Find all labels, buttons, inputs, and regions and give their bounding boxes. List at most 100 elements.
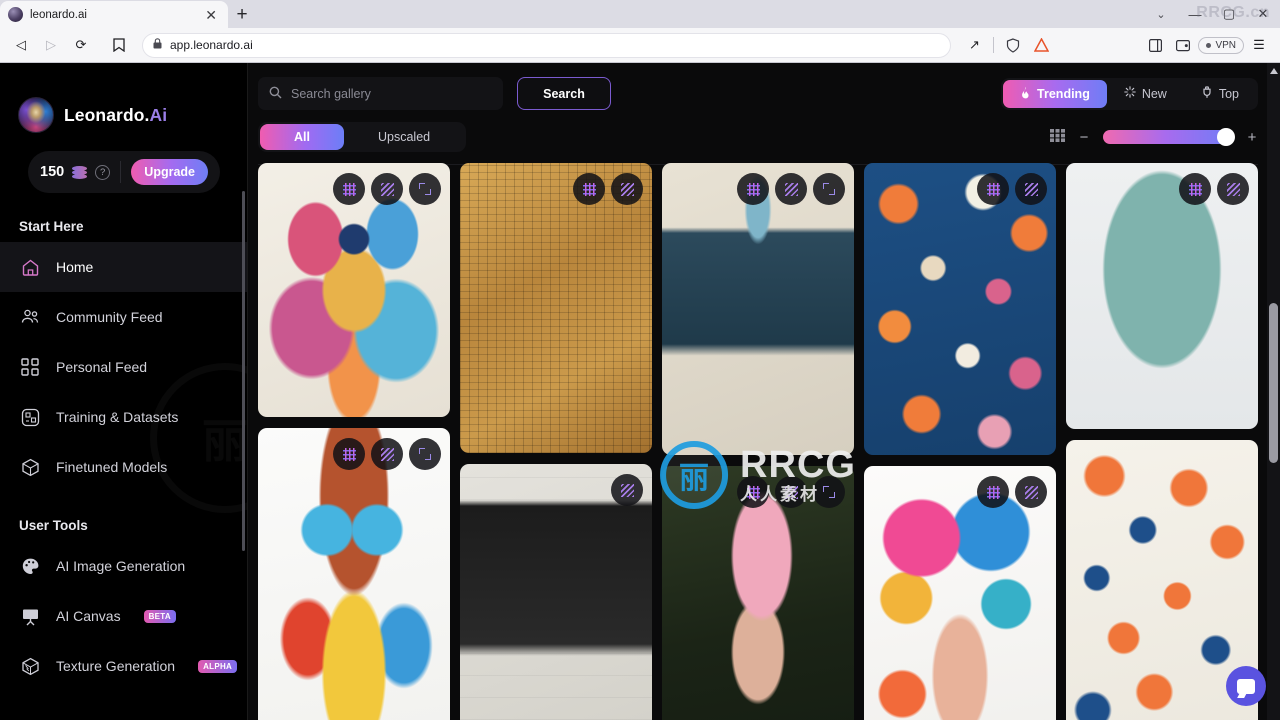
- share-icon[interactable]: ↗: [961, 32, 987, 58]
- sidebar-item-community-feed[interactable]: Community Feed: [0, 292, 247, 342]
- brand[interactable]: Leonardo.Ai: [0, 63, 247, 133]
- sidebar-item-ai-canvas[interactable]: AI Canvas BETA: [0, 591, 247, 641]
- sidebar-nav-start-here: Home Community Feed Personal Feed Traini…: [0, 242, 247, 492]
- sidebar-nav-user-tools: AI Image Generation AI Canvas BETA Textu…: [0, 541, 247, 691]
- sidebar-scrollbar[interactable]: [242, 191, 245, 551]
- page-scrollbar[interactable]: [1267, 63, 1280, 720]
- hieroglyphics-art[interactable]: [460, 163, 652, 453]
- grid-density-icon[interactable]: [1050, 129, 1065, 145]
- diagonal-lines-icon[interactable]: [775, 173, 807, 205]
- pixel-grid-icon[interactable]: [977, 476, 1009, 508]
- tab-favicon: [8, 7, 23, 22]
- pixel-grid-icon[interactable]: [737, 476, 769, 508]
- zoom-slider[interactable]: [1103, 128, 1235, 146]
- sidebar-item-training-datasets[interactable]: Training & Datasets: [0, 392, 247, 442]
- artwork-image: [258, 428, 450, 720]
- zoom-out-button[interactable]: −: [1078, 129, 1090, 146]
- pixel-grid-icon[interactable]: [737, 173, 769, 205]
- maximize-button[interactable]: ▢: [1212, 0, 1246, 28]
- forward-button[interactable]: ▷: [38, 32, 64, 58]
- sidebar-item-personal-feed[interactable]: Personal Feed: [0, 342, 247, 392]
- address-bar[interactable]: app.leonardo.ai: [142, 32, 952, 58]
- brand-suffix: Ai: [149, 104, 168, 125]
- easel-icon: [19, 605, 41, 627]
- vpn-button[interactable]: VPN: [1198, 36, 1244, 54]
- reload-button[interactable]: ⟳: [68, 32, 94, 58]
- diagonal-lines-icon[interactable]: [1015, 173, 1047, 205]
- tab-label: Trending: [1037, 86, 1090, 101]
- search-input[interactable]: [291, 86, 492, 101]
- lion-sunglasses-art[interactable]: [258, 163, 450, 417]
- blue-hair-warrior-art[interactable]: [662, 163, 854, 455]
- expand-icon[interactable]: [409, 438, 441, 470]
- close-tab-icon[interactable]: ✕: [202, 8, 220, 22]
- zoom-slider-handle[interactable]: [1217, 128, 1235, 146]
- tab-label: Top: [1218, 86, 1239, 101]
- pink-hair-portrait-art[interactable]: [662, 466, 854, 720]
- diagonal-lines-icon[interactable]: [611, 173, 643, 205]
- brave-logo-icon[interactable]: [1028, 32, 1054, 58]
- sidebar-item-home[interactable]: Home: [0, 242, 247, 292]
- expand-icon[interactable]: [813, 476, 845, 508]
- tab-new[interactable]: New: [1107, 80, 1184, 108]
- scrollbar-thumb[interactable]: [1269, 303, 1278, 463]
- rainbow-hair-portrait-art[interactable]: [864, 466, 1056, 720]
- minimize-button[interactable]: —: [1178, 0, 1212, 28]
- sidebar-item-finetuned-models[interactable]: Finetuned Models: [0, 442, 247, 492]
- diagonal-lines-icon[interactable]: [611, 474, 643, 506]
- browser-tab[interactable]: leonardo.ai ✕: [0, 1, 228, 28]
- diagonal-lines-icon[interactable]: [1015, 476, 1047, 508]
- grid-icon: [19, 356, 41, 378]
- tab-trending[interactable]: Trending: [1003, 79, 1107, 108]
- upgrade-button[interactable]: Upgrade: [131, 159, 208, 185]
- card-actions: [737, 173, 845, 205]
- help-icon[interactable]: ?: [95, 164, 111, 180]
- filter-tabs: All Upscaled: [258, 122, 467, 152]
- filter-all[interactable]: All: [260, 124, 344, 150]
- back-button[interactable]: ◁: [8, 32, 34, 58]
- brave-shield-icon[interactable]: [1000, 32, 1026, 58]
- sidebar-item-ai-image-generation[interactable]: AI Image Generation: [0, 541, 247, 591]
- new-tab-button[interactable]: +: [228, 1, 256, 28]
- expand-icon[interactable]: [813, 173, 845, 205]
- side-panel-icon[interactable]: [1142, 32, 1168, 58]
- url-text: app.leonardo.ai: [170, 38, 253, 52]
- texture-cube-icon: [19, 655, 41, 677]
- diagonal-lines-icon[interactable]: [775, 476, 807, 508]
- diagonal-lines-icon[interactable]: [371, 173, 403, 205]
- zoom-controls: − +: [1050, 128, 1258, 146]
- sidebar: 丽 Leonardo.Ai 150 ? Upgrade Start Here: [0, 63, 248, 720]
- browser-menu-icon[interactable]: ☰: [1246, 32, 1272, 58]
- pixel-grid-icon[interactable]: [977, 173, 1009, 205]
- vpn-label: VPN: [1215, 39, 1236, 51]
- card-actions: [737, 476, 845, 508]
- chat-bubble-icon[interactable]: [1226, 666, 1266, 706]
- search-box[interactable]: [258, 77, 503, 110]
- pixel-grid-icon[interactable]: [573, 173, 605, 205]
- scroll-up-arrow-icon[interactable]: [1270, 68, 1278, 74]
- filter-upscaled[interactable]: Upscaled: [344, 124, 464, 150]
- expand-icon[interactable]: [409, 173, 441, 205]
- pixel-grid-icon[interactable]: [333, 438, 365, 470]
- girl-blue-glasses-art[interactable]: [258, 428, 450, 720]
- bookmark-icon[interactable]: [106, 32, 132, 58]
- pixel-grid-icon[interactable]: [1179, 173, 1211, 205]
- sidebar-item-label: Texture Generation: [56, 658, 176, 674]
- zoom-in-button[interactable]: +: [1246, 129, 1258, 146]
- gallery-column: [258, 163, 450, 720]
- diagonal-lines-icon[interactable]: [1217, 173, 1249, 205]
- koala-bicycle-art[interactable]: [1066, 163, 1258, 429]
- toolbar-divider: [993, 37, 995, 53]
- search-button[interactable]: Search: [517, 77, 611, 110]
- wallet-icon[interactable]: [1170, 32, 1196, 58]
- blue-floral-pattern-art[interactable]: [864, 163, 1056, 455]
- card-actions: [611, 474, 643, 506]
- close-window-button[interactable]: ✕: [1246, 0, 1280, 28]
- sidebar-item-texture-generation[interactable]: Texture Generation ALPHA: [0, 641, 247, 691]
- chevron-down-icon[interactable]: ⌄: [1144, 8, 1178, 21]
- diagonal-lines-icon[interactable]: [371, 438, 403, 470]
- toolbar-row-filters: All Upscaled − +: [258, 122, 1258, 152]
- tab-top[interactable]: Top: [1184, 80, 1256, 108]
- character-sheet-art[interactable]: [460, 464, 652, 720]
- pixel-grid-icon[interactable]: [333, 173, 365, 205]
